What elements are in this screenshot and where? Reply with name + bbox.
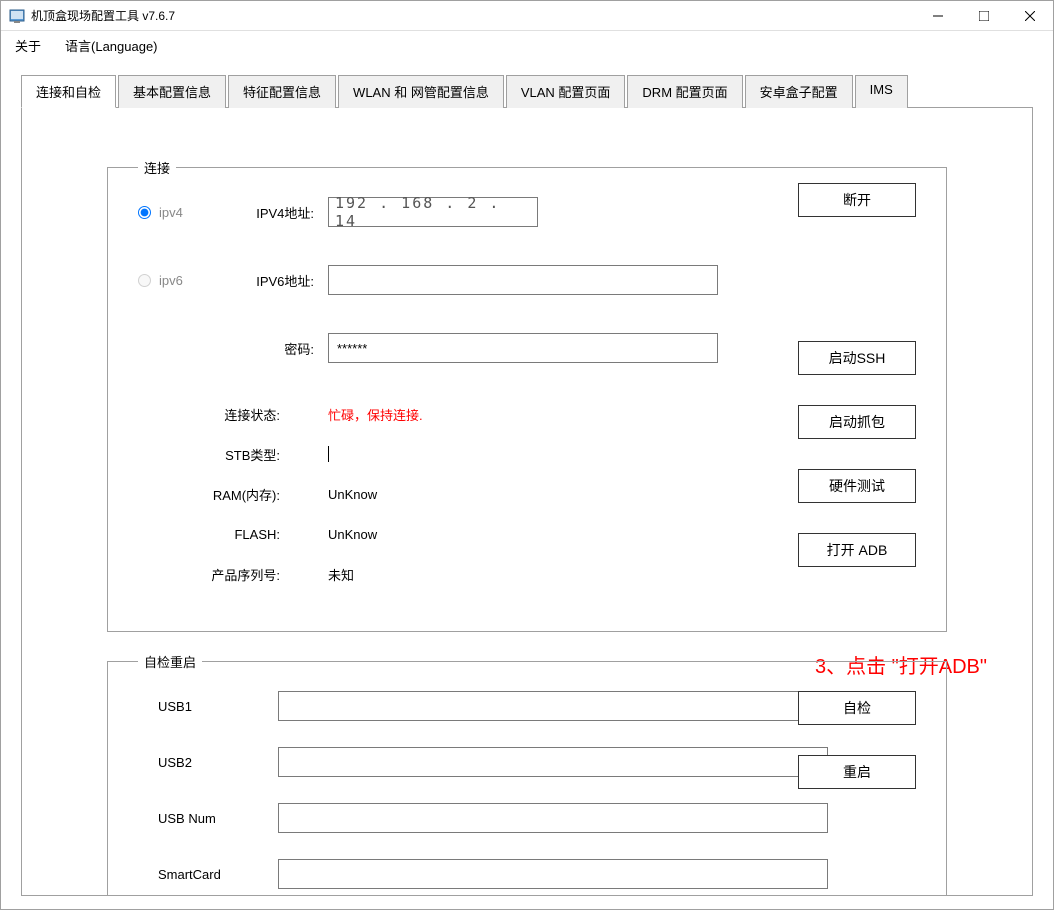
ipv6-address-input[interactable] (328, 265, 718, 295)
tab-ims[interactable]: IMS (855, 75, 908, 108)
tab-feature-config[interactable]: 特征配置信息 (228, 75, 336, 108)
hardware-test-button[interactable]: 硬件测试 (798, 469, 916, 503)
maximize-button[interactable] (961, 1, 1007, 31)
start-ssh-button[interactable]: 启动SSH (798, 341, 916, 375)
smartcard-label: SmartCard (138, 867, 278, 882)
selftest-button[interactable]: 自检 (798, 691, 916, 725)
serial-label: 产品序列号: (138, 565, 328, 584)
usb2-input[interactable] (278, 747, 828, 777)
tabs: 连接和自检 基本配置信息 特征配置信息 WLAN 和 网管配置信息 VLAN 配… (21, 74, 1033, 108)
usb1-label: USB1 (138, 699, 278, 714)
password-input[interactable]: ****** (328, 333, 718, 363)
selftest-legend: 自检重启 (138, 652, 202, 671)
usb1-input[interactable] (278, 691, 828, 721)
menu-about[interactable]: 关于 (11, 32, 45, 59)
usbnum-label: USB Num (138, 811, 278, 826)
tab-vlan-config[interactable]: VLAN 配置页面 (506, 75, 626, 108)
connection-fieldset: 连接 ipv4 IPV4地址: 192 . 168 . 2 . 14 (107, 158, 947, 632)
app-window: 机顶盒现场配置工具 v7.6.7 关于 语言(Language) 连接和自检 基… (0, 0, 1054, 910)
ipv4-address-input[interactable]: 192 . 168 . 2 . 14 (328, 197, 538, 227)
ipv4-address-label: IPV4地址: (228, 203, 328, 222)
disconnect-button[interactable]: 断开 (798, 183, 916, 217)
ipv6-address-label: IPV6地址: (228, 271, 328, 290)
start-capture-button[interactable]: 启动抓包 (798, 405, 916, 439)
ipv6-radio-label: ipv6 (159, 273, 183, 288)
close-button[interactable] (1007, 1, 1053, 31)
window-title: 机顶盒现场配置工具 v7.6.7 (31, 7, 915, 24)
restart-button[interactable]: 重启 (798, 755, 916, 789)
status-label: 连接状态: (138, 405, 328, 424)
title-bar: 机顶盒现场配置工具 v7.6.7 (1, 1, 1053, 31)
ram-label: RAM(内存): (138, 485, 328, 504)
smartcard-input[interactable] (278, 859, 828, 889)
ipv4-radio[interactable] (138, 206, 151, 219)
selftest-buttons: 自检 重启 (798, 691, 916, 789)
ipv4-radio-label: ipv4 (159, 205, 183, 220)
open-adb-button[interactable]: 打开 ADB (798, 533, 916, 567)
serial-value: 未知 (328, 565, 916, 584)
tab-android-box[interactable]: 安卓盒子配置 (745, 75, 853, 108)
tab-wlan-config[interactable]: WLAN 和 网管配置信息 (338, 75, 504, 108)
usbnum-input[interactable] (278, 803, 828, 833)
minimize-button[interactable] (915, 1, 961, 31)
menu-bar: 关于 语言(Language) (1, 31, 1053, 59)
connection-legend: 连接 (138, 158, 176, 177)
flash-label: FLASH: (138, 527, 328, 542)
tab-drm-config[interactable]: DRM 配置页面 (627, 75, 742, 108)
tab-content: 连接 ipv4 IPV4地址: 192 . 168 . 2 . 14 (21, 108, 1033, 896)
ipv6-radio[interactable] (138, 274, 151, 287)
content-area: 连接和自检 基本配置信息 特征配置信息 WLAN 和 网管配置信息 VLAN 配… (1, 59, 1053, 909)
tab-basic-config[interactable]: 基本配置信息 (118, 75, 226, 108)
stb-type-label: STB类型: (138, 445, 328, 464)
window-controls (915, 1, 1053, 31)
selftest-fieldset: 自检重启 USB1 USB2 USB Num Smart (107, 652, 947, 896)
tab-connection[interactable]: 连接和自检 (21, 75, 116, 108)
menu-language[interactable]: 语言(Language) (61, 32, 162, 59)
usb2-label: USB2 (138, 755, 278, 770)
password-label: 密码: (228, 339, 328, 358)
connection-buttons: 断开 启动SSH 启动抓包 硬件测试 打开 ADB (798, 183, 916, 567)
app-icon (9, 8, 25, 24)
